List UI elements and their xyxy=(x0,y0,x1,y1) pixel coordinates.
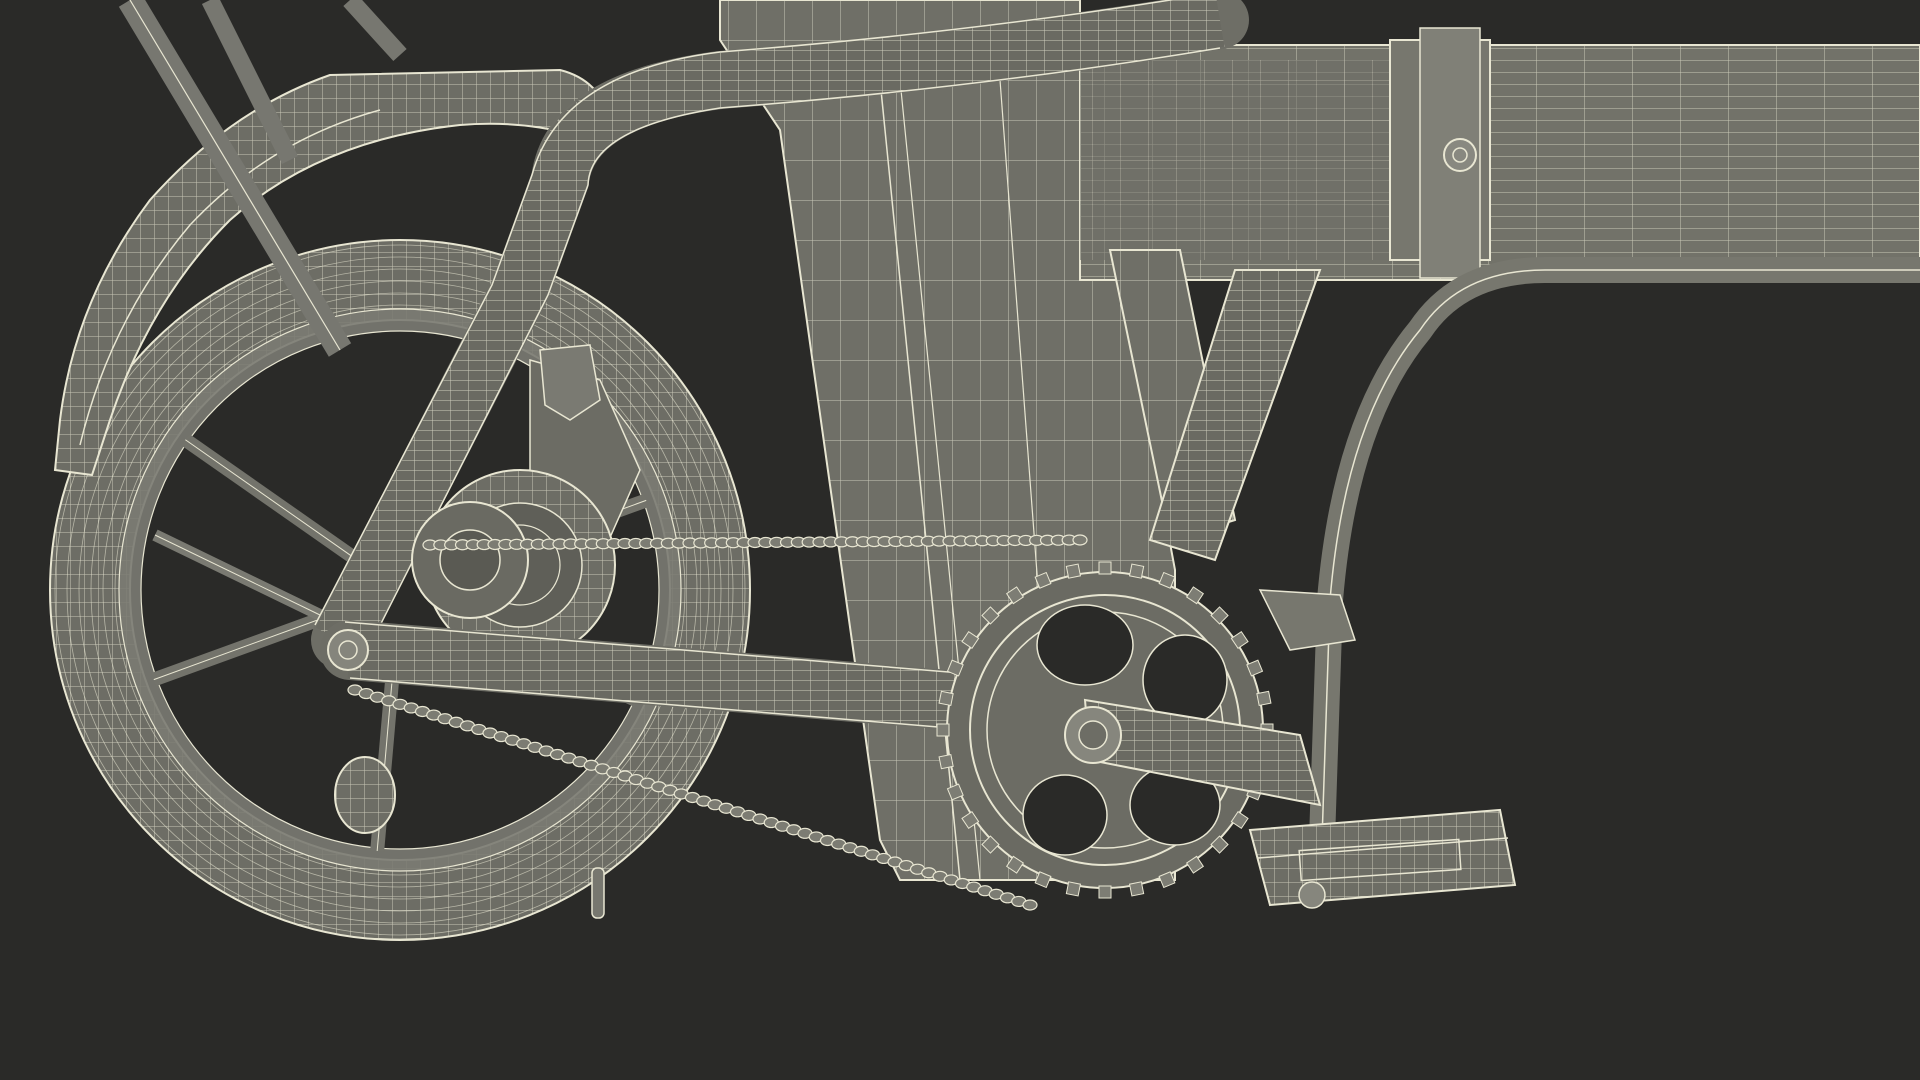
pedal xyxy=(1248,808,1517,909)
rear-reflector xyxy=(334,756,396,834)
rack-rail xyxy=(1307,257,1920,901)
folding-hinge xyxy=(1389,27,1491,279)
render-viewport xyxy=(0,0,1920,1080)
rear-cog xyxy=(411,501,529,619)
bike-wireframe-scene xyxy=(49,0,1920,941)
bottom-bracket xyxy=(1258,589,1356,651)
valve-stem xyxy=(591,867,605,919)
rear-axle-nut xyxy=(327,629,369,671)
main-frame-tube xyxy=(1079,27,1920,281)
rear-wheel xyxy=(49,239,751,941)
hinge-bolt xyxy=(1443,138,1477,172)
pedal-axle xyxy=(1298,881,1326,909)
